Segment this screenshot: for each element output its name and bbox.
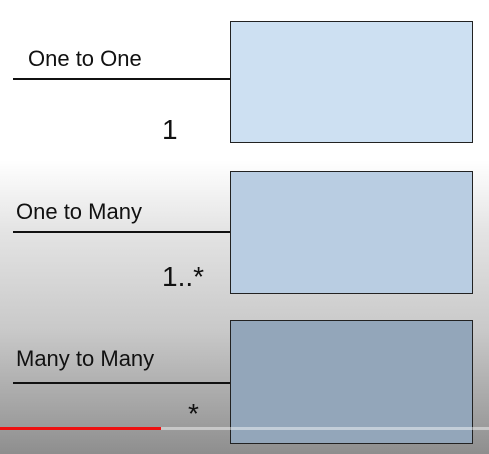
video-progress-fill (0, 427, 162, 430)
entity-box-one-to-one (230, 21, 473, 143)
multiplicity-many-to-many: * (188, 398, 199, 429)
relation-line-many-to-many (13, 382, 230, 384)
multiplicity-one-to-many: 1..* (162, 261, 205, 292)
relation-line-one-to-one (13, 78, 230, 80)
label-many-to-many: Many to Many (16, 346, 155, 371)
label-one-to-many: One to Many (16, 199, 142, 224)
video-progress-bar[interactable] (0, 427, 489, 430)
entity-box-one-to-many (230, 171, 473, 294)
relation-line-one-to-many (13, 231, 230, 233)
multiplicity-one-to-one: 1 (162, 114, 178, 145)
entity-box-many-to-many (230, 320, 473, 444)
label-one-to-one: One to One (28, 46, 142, 71)
